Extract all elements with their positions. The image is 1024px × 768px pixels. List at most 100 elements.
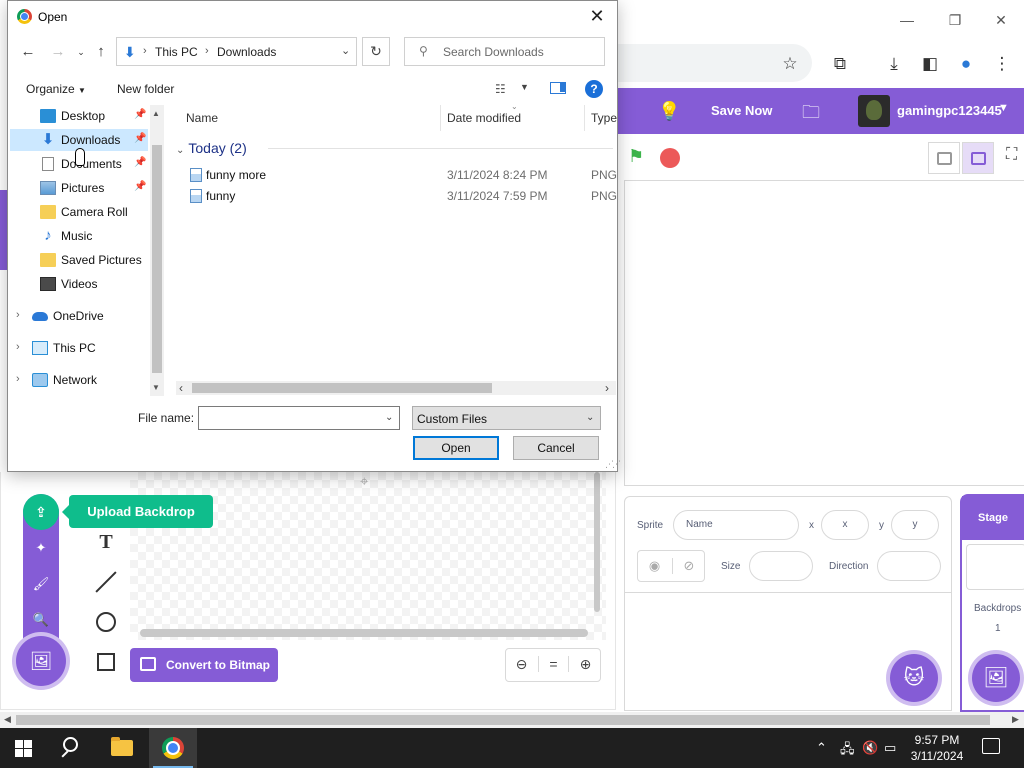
side-panel-icon[interactable]: ◧: [918, 52, 942, 76]
username[interactable]: gamingpc123445: [897, 103, 1002, 118]
bookmark-star-icon[interactable]: ☆: [778, 52, 802, 76]
chevron-up-icon[interactable]: ⌃: [816, 740, 827, 756]
zoom-in-icon[interactable]: ⊕: [570, 656, 601, 673]
circle-tool-icon[interactable]: [96, 612, 116, 632]
sprite-name-input[interactable]: Name: [673, 510, 799, 540]
minimize-icon[interactable]: —: [884, 8, 930, 32]
nav-item-onedrive[interactable]: › OneDrive: [10, 305, 148, 327]
small-stage-button[interactable]: [928, 142, 960, 174]
scroll-thumb[interactable]: [16, 715, 990, 725]
canvas-hscrollbar[interactable]: [140, 629, 588, 637]
chevron-right-icon[interactable]: ›: [16, 373, 20, 385]
surprise-icon[interactable]: ✦: [23, 536, 59, 560]
forward-arrow-icon[interactable]: →: [47, 41, 69, 63]
volume-muted-icon[interactable]: 🔇: [862, 740, 878, 756]
restore-icon[interactable]: ❐: [932, 8, 978, 32]
normal-stage-button[interactable]: [962, 142, 994, 174]
file-row[interactable]: funny more 3/11/2024 8:24 PM PNG: [186, 165, 617, 185]
organize-menu[interactable]: Organize ▼: [26, 82, 86, 96]
chevron-right-icon[interactable]: ›: [16, 309, 20, 321]
cancel-button[interactable]: Cancel: [513, 436, 599, 460]
search-icon[interactable]: 🔍: [23, 608, 59, 632]
nav-item-music[interactable]: ♪ Music: [10, 225, 148, 247]
download-icon[interactable]: ⤓: [882, 52, 906, 76]
view-options-icon[interactable]: ☷: [495, 82, 506, 96]
folder-icon[interactable]: 🗀: [802, 100, 820, 130]
eye-hidden-icon[interactable]: ⊘: [672, 558, 705, 574]
chevron-right-icon[interactable]: ›: [16, 341, 20, 353]
direction-input[interactable]: [877, 551, 941, 581]
chevron-down-icon[interactable]: ⌄: [341, 44, 350, 57]
chevron-right-icon[interactable]: ›: [205, 45, 209, 57]
nav-item-network[interactable]: › Network: [10, 369, 148, 391]
address-breadcrumb[interactable]: ⬇ › This PC › Downloads ⌄: [116, 37, 357, 66]
kebab-menu-icon[interactable]: ⋮: [990, 52, 1014, 76]
back-arrow-icon[interactable]: ←: [17, 41, 39, 63]
group-header-today[interactable]: ⌄ Today (2): [176, 140, 247, 156]
rectangle-tool-icon[interactable]: [97, 653, 115, 671]
open-button[interactable]: Open: [413, 436, 499, 460]
zoom-out-icon[interactable]: ⊖: [506, 656, 537, 673]
clock[interactable]: 9:57 PM 3/11/2024: [902, 732, 972, 764]
scroll-right-icon[interactable]: ▶: [1012, 714, 1019, 725]
scroll-left-icon[interactable]: ‹: [179, 381, 183, 395]
scroll-left-icon[interactable]: ◀: [4, 714, 11, 725]
paint-brush-icon[interactable]: 🖌: [23, 572, 59, 596]
recent-dropdown-icon[interactable]: ⌄: [70, 41, 92, 63]
notifications-icon[interactable]: [982, 738, 1000, 754]
stage-canvas[interactable]: [624, 180, 1024, 486]
nav-item-videos[interactable]: Videos: [10, 273, 148, 295]
stage-thumbnail[interactable]: [966, 544, 1024, 590]
nav-item-pictures[interactable]: Pictures 📌: [10, 177, 148, 199]
chrome-icon[interactable]: [149, 728, 197, 768]
file-explorer-icon[interactable]: [98, 728, 146, 768]
chevron-down-icon[interactable]: ⌄: [385, 412, 393, 423]
nav-item-this-pc[interactable]: › This PC: [10, 337, 148, 359]
canvas-vscrollbar[interactable]: [594, 472, 600, 612]
file-hscrollbar[interactable]: ‹ ›: [176, 381, 616, 395]
x-input[interactable]: x: [821, 510, 869, 540]
add-backdrop-icon[interactable]: 🖼: [972, 654, 1020, 702]
scroll-thumb[interactable]: [192, 383, 492, 393]
nav-scrollbar[interactable]: ▲ ▼: [150, 105, 164, 396]
search-input[interactable]: [443, 43, 598, 61]
windows-start-icon[interactable]: [15, 740, 32, 757]
green-flag-icon[interactable]: ⚑: [628, 146, 650, 168]
nav-item-desktop[interactable]: Desktop 📌: [10, 105, 148, 127]
page-hscrollbar[interactable]: ◀ ▶: [0, 712, 1024, 728]
search-box[interactable]: ⚲: [404, 37, 605, 66]
column-header-type[interactable]: Type: [591, 111, 617, 125]
pin-icon[interactable]: 📌: [134, 181, 146, 192]
file-type-select[interactable]: Custom Files ⌄: [412, 406, 601, 430]
add-sprite-icon[interactable]: 🐱: [890, 654, 938, 702]
fullscreen-icon[interactable]: ⛶: [1006, 146, 1017, 164]
lightbulb-icon[interactable]: 💡: [658, 100, 680, 122]
nav-item-saved-pictures[interactable]: Saved Pictures: [10, 249, 148, 271]
file-name-input[interactable]: [202, 410, 378, 426]
eye-icon[interactable]: ◉: [638, 558, 671, 574]
scroll-down-icon[interactable]: ▼: [152, 383, 160, 392]
avatar[interactable]: [858, 95, 890, 127]
scroll-right-icon[interactable]: ›: [605, 381, 609, 395]
column-divider[interactable]: [584, 105, 585, 131]
scroll-thumb[interactable]: [152, 145, 162, 373]
nav-item-camera-roll[interactable]: Camera Roll: [10, 201, 148, 223]
breadcrumb-this-pc[interactable]: This PC: [155, 45, 198, 59]
size-input[interactable]: [749, 551, 813, 581]
scroll-up-icon[interactable]: ▲: [152, 109, 160, 118]
chevron-right-icon[interactable]: ›: [143, 45, 147, 57]
y-input[interactable]: y: [891, 510, 939, 540]
visibility-toggle[interactable]: ◉ ⊘: [637, 550, 705, 582]
dialog-titlebar[interactable]: Open ✕: [8, 1, 617, 32]
battery-icon[interactable]: ▭: [884, 740, 896, 756]
upload-icon[interactable]: ⇪: [23, 494, 59, 530]
help-icon[interactable]: ?: [585, 80, 603, 98]
breadcrumb-downloads[interactable]: Downloads: [217, 45, 276, 59]
zoom-reset-icon[interactable]: =: [538, 656, 569, 672]
profile-icon[interactable]: ●: [954, 52, 978, 76]
column-header-date[interactable]: Date modified: [447, 111, 521, 125]
convert-to-bitmap-button[interactable]: Convert to Bitmap: [130, 648, 278, 682]
pin-icon[interactable]: 📌: [134, 157, 146, 168]
refresh-icon[interactable]: ↻: [362, 37, 390, 66]
close-window-icon[interactable]: ✕: [978, 8, 1024, 32]
